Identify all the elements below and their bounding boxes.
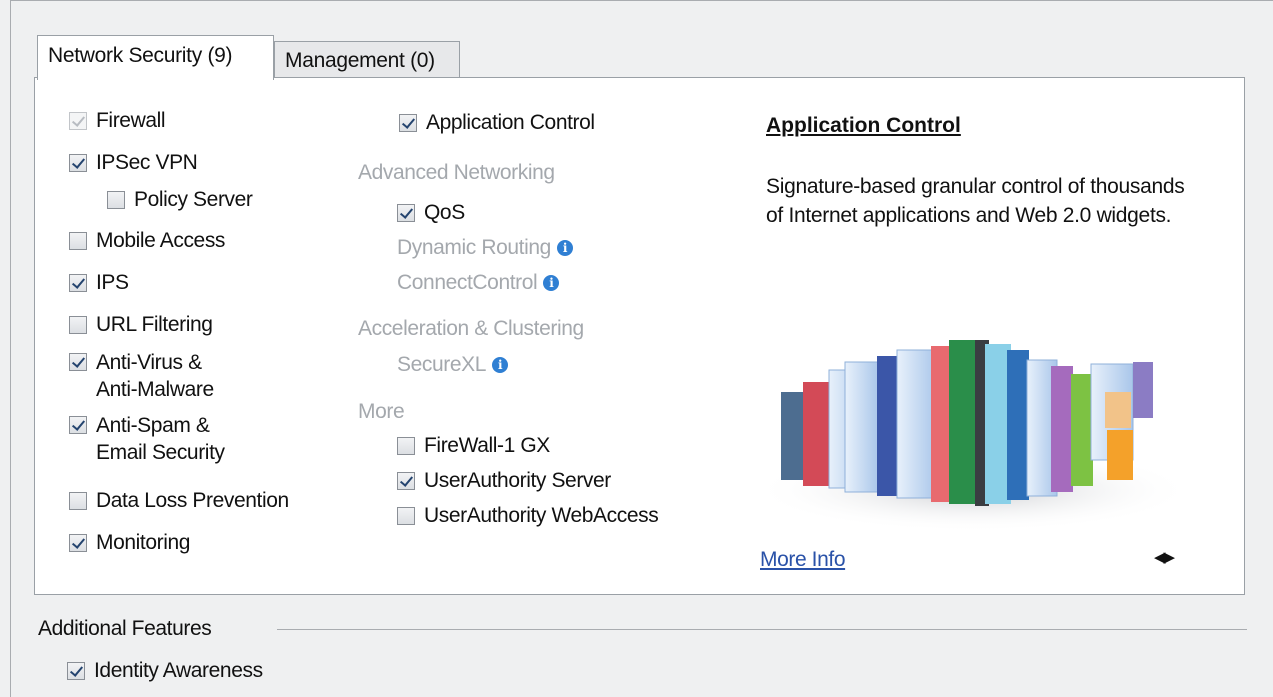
checkbox-label-group: Anti-Spam & Email Security bbox=[96, 412, 225, 466]
checkbox-firewall[interactable]: Firewall bbox=[69, 109, 166, 133]
checkbox-url-filtering[interactable]: URL Filtering bbox=[69, 313, 213, 337]
connect-control-item: ConnectControl i bbox=[397, 271, 560, 295]
section-divider bbox=[277, 629, 1247, 630]
checkbox-box[interactable] bbox=[69, 534, 87, 552]
checkbox-userauthority-server[interactable]: UserAuthority Server bbox=[397, 469, 611, 493]
additional-features-heading: Additional Features bbox=[38, 617, 212, 640]
checkbox-box[interactable] bbox=[69, 274, 87, 292]
securexl-label: SecureXL bbox=[397, 353, 487, 376]
checkbox-label: FireWall-1 GX bbox=[424, 434, 550, 457]
checkbox-box[interactable] bbox=[67, 662, 85, 680]
checkbox-anti-virus[interactable]: Anti-Virus & Anti-Malware bbox=[69, 349, 214, 403]
checkbox-data-loss-prevention[interactable]: Data Loss Prevention bbox=[69, 489, 289, 513]
checkbox-mobile-access[interactable]: Mobile Access bbox=[69, 229, 225, 253]
checkbox-label: Policy Server bbox=[134, 188, 253, 211]
checkbox-box[interactable] bbox=[107, 191, 125, 209]
dynamic-routing-label: Dynamic Routing bbox=[397, 236, 551, 259]
checkbox-label: Mobile Access bbox=[96, 229, 226, 252]
checkbox-box[interactable] bbox=[397, 472, 415, 490]
info-icon[interactable]: i bbox=[543, 275, 560, 291]
checkbox-qos[interactable]: QoS bbox=[397, 201, 465, 225]
checkbox-label: URL Filtering bbox=[96, 313, 213, 336]
checkbox-label: UserAuthority WebAccess bbox=[424, 504, 659, 527]
advanced-networking-heading: Advanced Networking bbox=[358, 161, 555, 184]
checkbox-label-group: Anti-Virus & Anti-Malware bbox=[96, 349, 214, 403]
checkbox-label: Firewall bbox=[96, 109, 166, 132]
securexl-item: SecureXL i bbox=[397, 353, 509, 377]
checkbox-box[interactable] bbox=[397, 437, 415, 455]
description-body: Signature-based granular control of thou… bbox=[766, 175, 1185, 227]
connect-control-label: ConnectControl bbox=[397, 271, 538, 294]
checkbox-ips[interactable]: IPS bbox=[69, 271, 129, 295]
checkbox-policy-server[interactable]: Policy Server bbox=[107, 188, 253, 212]
info-icon[interactable]: i bbox=[492, 357, 509, 373]
checkbox-label-line2: Email Security bbox=[96, 441, 225, 464]
checkbox-box[interactable] bbox=[69, 232, 87, 250]
checkbox-box[interactable] bbox=[69, 416, 87, 434]
tab-management[interactable]: Management (0) bbox=[274, 41, 460, 79]
checkbox-anti-spam[interactable]: Anti-Spam & Email Security bbox=[69, 412, 225, 466]
more-heading: More bbox=[358, 400, 405, 423]
checkbox-label: Data Loss Prevention bbox=[96, 489, 289, 512]
more-info-link[interactable]: More Info bbox=[760, 548, 846, 572]
checkbox-label: IPSec VPN bbox=[96, 151, 198, 174]
checkbox-label: Anti-Spam & bbox=[96, 414, 210, 437]
checkbox-box[interactable] bbox=[69, 154, 87, 172]
checkbox-box[interactable] bbox=[69, 316, 87, 334]
checkbox-label: Identity Awareness bbox=[94, 659, 263, 682]
checkbox-label: Anti-Virus & bbox=[96, 351, 202, 374]
checkbox-label: QoS bbox=[424, 201, 465, 224]
checkbox-box[interactable] bbox=[69, 353, 87, 371]
checkbox-box[interactable] bbox=[69, 492, 87, 510]
checkbox-firewall-1-gx[interactable]: FireWall-1 GX bbox=[397, 434, 550, 458]
checkbox-label: UserAuthority Server bbox=[424, 469, 611, 492]
info-icon[interactable]: i bbox=[556, 240, 573, 256]
checkbox-box[interactable] bbox=[397, 507, 415, 525]
checkbox-label: Application Control bbox=[426, 111, 595, 134]
checkbox-label: Monitoring bbox=[96, 531, 191, 554]
acceleration-clustering-heading: Acceleration & Clustering bbox=[358, 317, 584, 340]
checkbox-label: IPS bbox=[96, 271, 129, 294]
description-title: Application Control bbox=[766, 114, 961, 137]
prev-next-arrows-icon[interactable]: ◀▶ bbox=[1154, 548, 1175, 566]
checkbox-identity-awareness[interactable]: Identity Awareness bbox=[67, 659, 263, 683]
checkbox-box[interactable] bbox=[399, 114, 417, 132]
checkbox-box[interactable] bbox=[69, 112, 87, 130]
dynamic-routing-item: Dynamic Routing i bbox=[397, 236, 573, 260]
checkbox-label-line2: Anti-Malware bbox=[96, 378, 214, 401]
checkbox-box[interactable] bbox=[397, 204, 415, 222]
checkbox-monitoring[interactable]: Monitoring bbox=[69, 531, 190, 555]
tab-panel-network-security: Firewall IPSec VPN Policy Server Mobile … bbox=[34, 77, 1245, 595]
checkbox-ipsec-vpn[interactable]: IPSec VPN bbox=[69, 151, 198, 175]
checkbox-application-control[interactable]: Application Control bbox=[399, 111, 595, 135]
application-control-illustration bbox=[753, 340, 1193, 532]
tab-network-security[interactable]: Network Security (9) bbox=[37, 35, 274, 80]
checkbox-userauthority-webaccess[interactable]: UserAuthority WebAccess bbox=[397, 504, 659, 528]
